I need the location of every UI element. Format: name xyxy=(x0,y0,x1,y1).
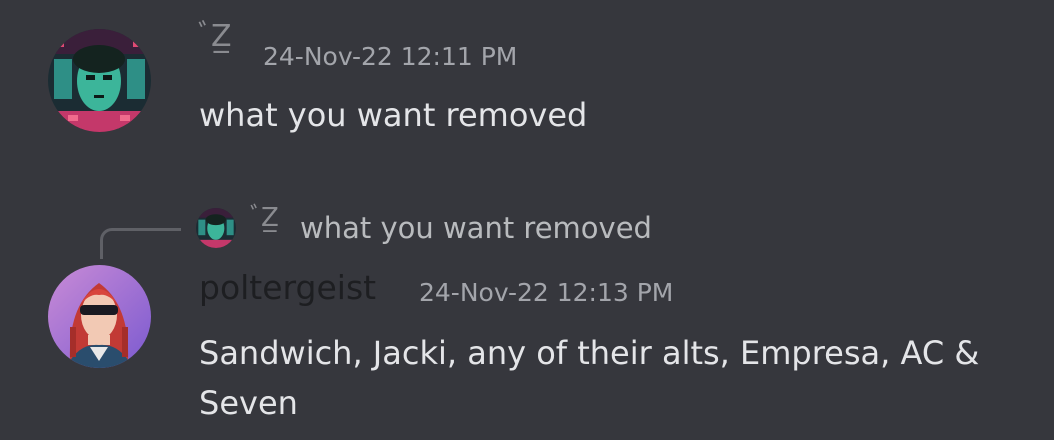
reply-avatar[interactable] xyxy=(196,208,236,248)
author-name[interactable]: ﾞZ̲ xyxy=(198,22,232,52)
message-timestamp: 24-Nov-22 12:13 PM xyxy=(419,278,674,307)
reply-connector xyxy=(100,228,181,259)
cyber-face-avatar-icon xyxy=(48,29,151,132)
user-avatar[interactable] xyxy=(48,265,151,368)
reply-preview-text[interactable]: what you want removed xyxy=(300,208,652,248)
cyber-face-avatar-icon xyxy=(196,208,236,248)
chat-messages: ﾞZ̲ 24-Nov-22 12:11 PM what you want rem… xyxy=(0,0,1054,440)
red-hair-avatar-icon xyxy=(48,265,151,368)
message-text: Sandwich, Jacki, any of their alts, Empr… xyxy=(199,334,980,422)
message-timestamp: 24-Nov-22 12:11 PM xyxy=(263,42,518,71)
user-avatar[interactable] xyxy=(48,29,151,132)
message-text: what you want removed xyxy=(199,96,588,134)
author-username[interactable]: poltergeist xyxy=(199,268,376,308)
reply-author-name[interactable]: ﾞZ̲ xyxy=(250,203,279,233)
